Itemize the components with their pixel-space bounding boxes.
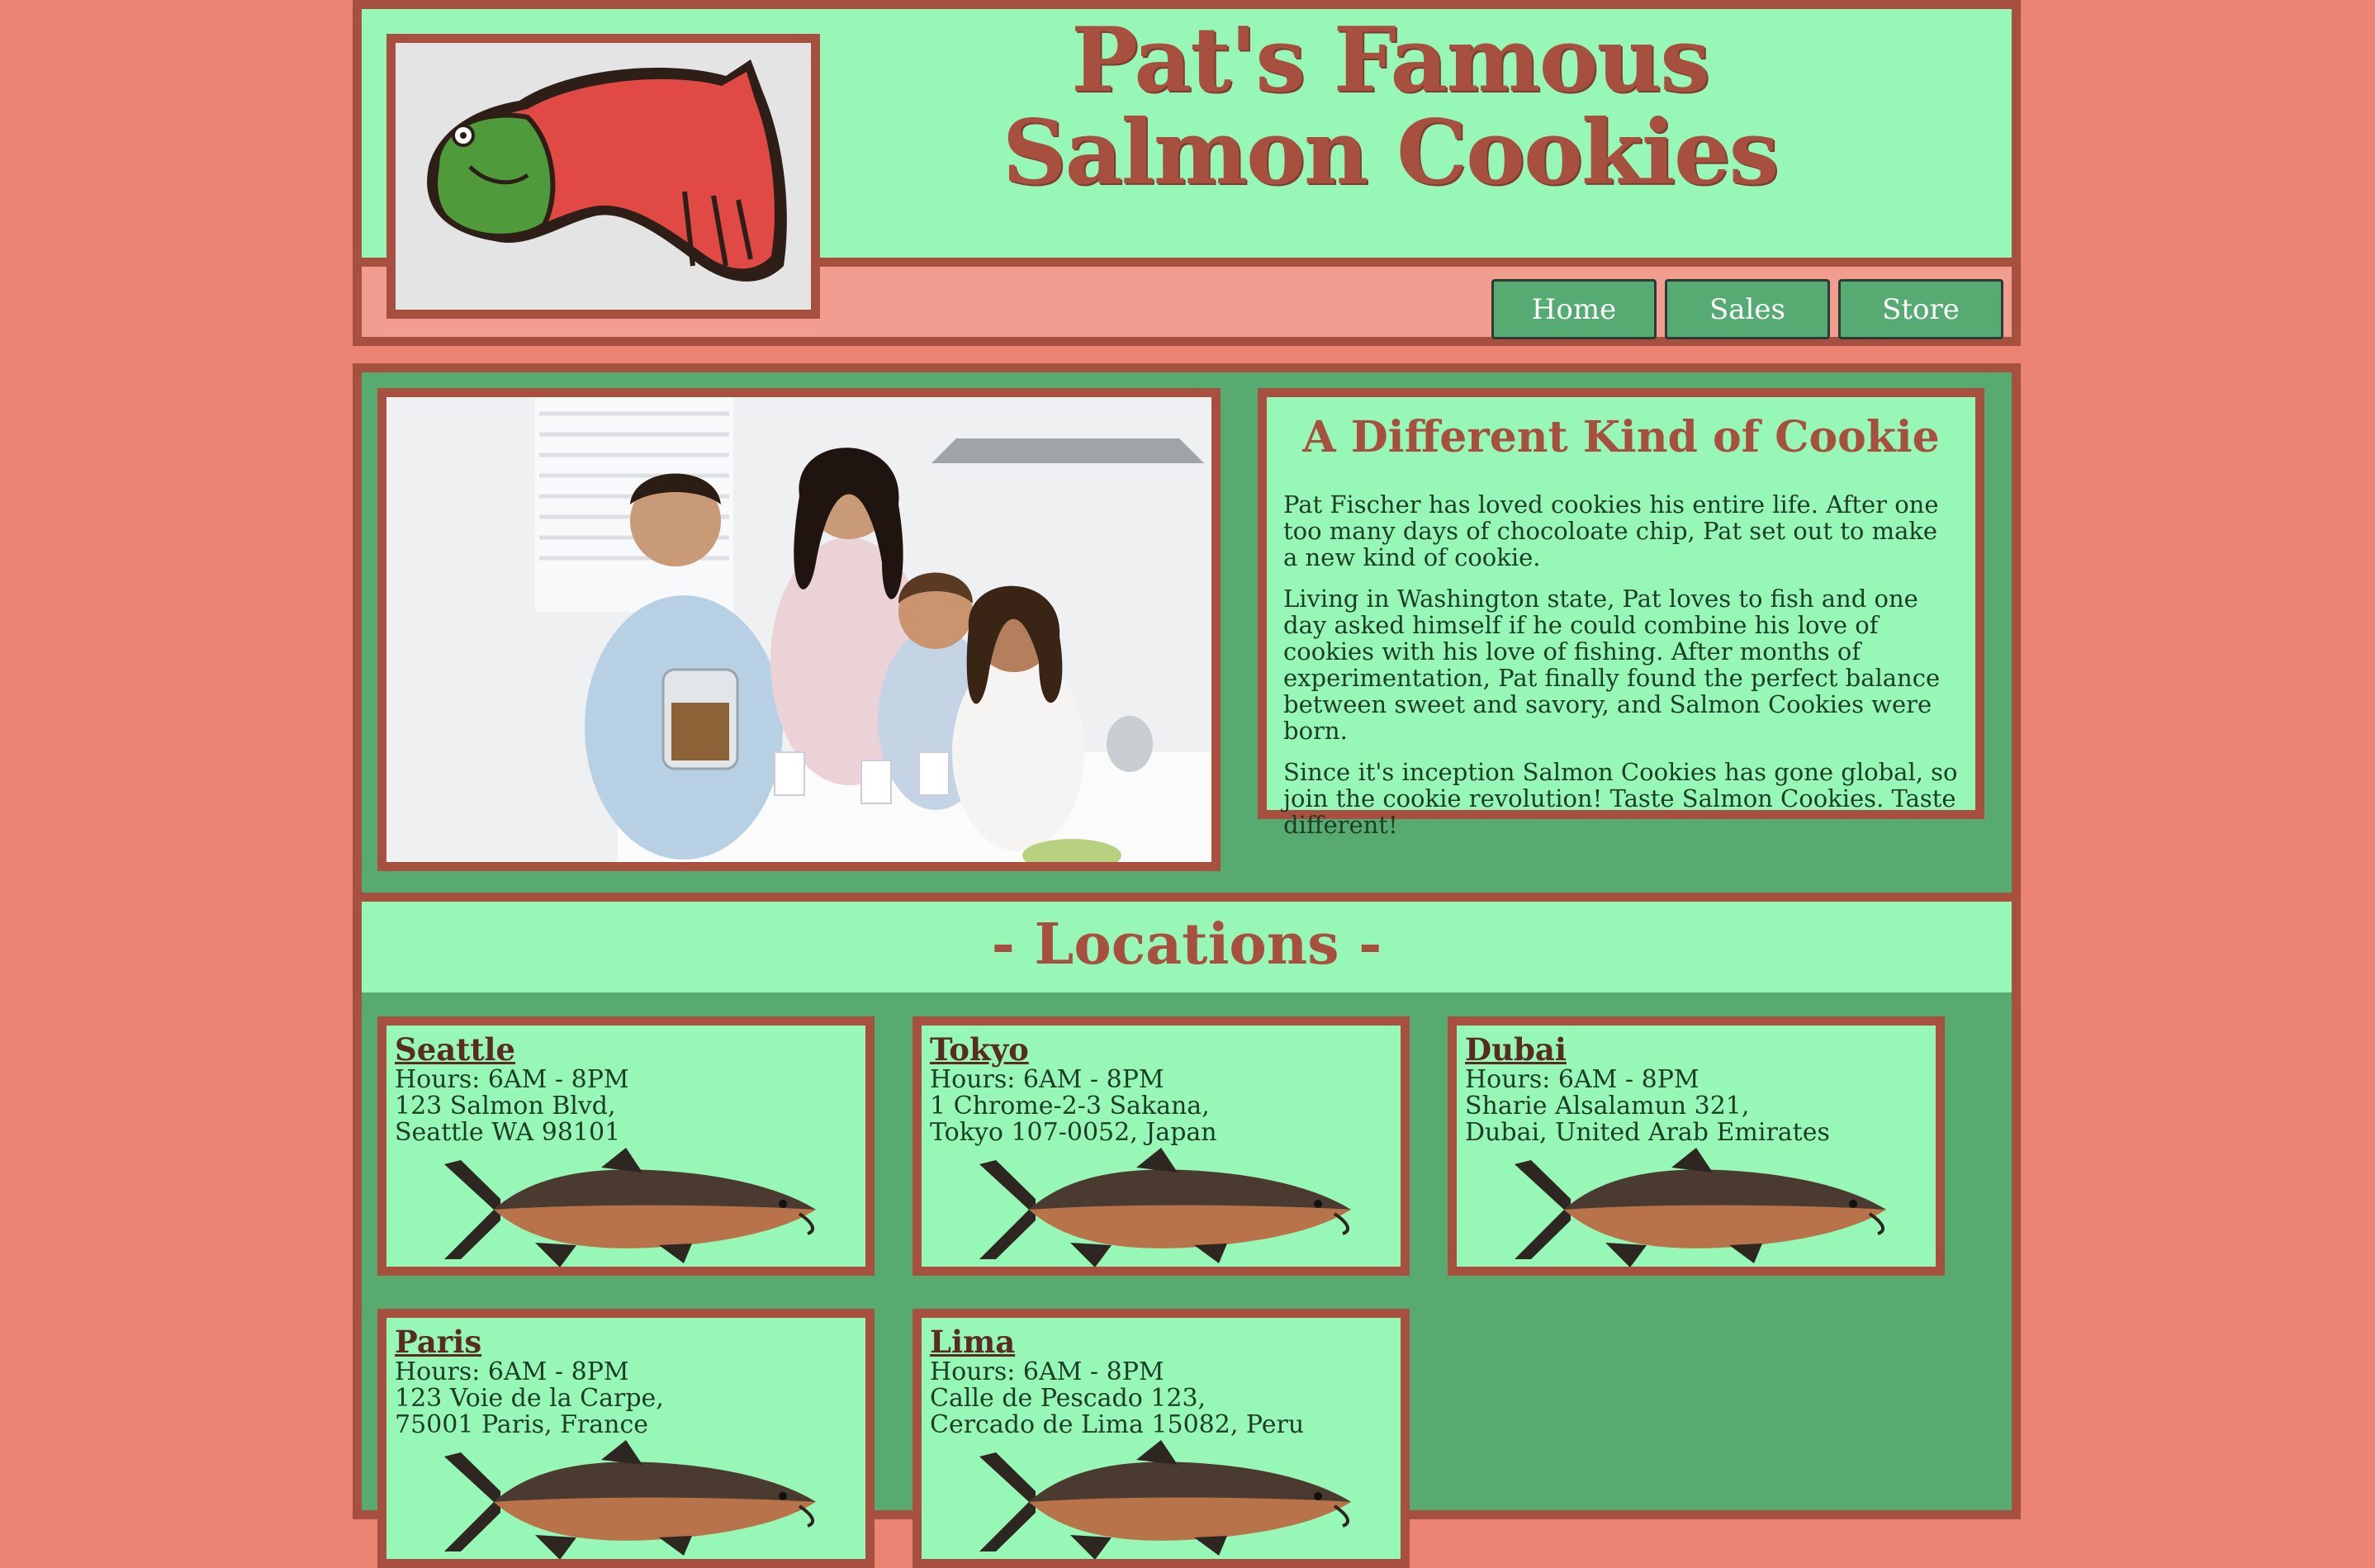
location-hours: Hours: 6AM - 8PM xyxy=(1465,1065,1699,1094)
salmon-fish-image xyxy=(436,1440,824,1564)
location-card-tokyo: Tokyo Hours: 6AM - 8PM 1 Chrome-2-3 Saka… xyxy=(913,1016,1410,1276)
location-name-link[interactable]: Tokyo xyxy=(930,1032,1392,1067)
nav-home-button[interactable]: Home xyxy=(1491,279,1657,339)
location-address-line-2: Seattle WA 98101 xyxy=(395,1118,621,1147)
about-paragraph-2: Living in Washington state, Pat loves to… xyxy=(1283,585,1941,745)
about-paragraph-1: Pat Fischer has loved cookies his entire… xyxy=(1283,490,1939,571)
site-header: Pat's Famous Salmon Cookies Home Sales S… xyxy=(353,0,2021,346)
location-hours: Hours: 6AM - 8PM xyxy=(930,1065,1164,1094)
salmon-cookie-logo xyxy=(386,34,820,319)
location-address-line-2: 75001 Paris, France xyxy=(395,1410,649,1439)
location-address-line-2: Cercado de Lima 15082, Peru xyxy=(930,1410,1305,1439)
location-address-line-2: Dubai, United Arab Emirates xyxy=(1465,1118,1830,1147)
locations-header: - Locations - xyxy=(362,893,2012,992)
about-section: A Different Kind of Cookie Pat Fischer h… xyxy=(1258,388,1984,838)
location-card-lima: Lima Hours: 6AM - 8PM Calle de Pescado 1… xyxy=(913,1309,1410,1568)
location-address-line-1: Calle de Pescado 123, xyxy=(930,1384,1206,1413)
location-address-line-2: Tokyo 107-0052, Japan xyxy=(930,1118,1217,1147)
location-address-line-1: Sharie Alsalamun 321, xyxy=(1465,1092,1750,1120)
family-photo xyxy=(377,388,1221,871)
salmon-fish-image xyxy=(436,1148,824,1272)
main-content: A Different Kind of Cookie Pat Fischer h… xyxy=(353,363,2021,1568)
site-title-line-2: Salmon Cookies xyxy=(1002,101,1780,205)
location-address-line-1: 123 Salmon Blvd, xyxy=(395,1092,616,1120)
location-card-seattle: Seattle Hours: 6AM - 8PM 123 Salmon Blvd… xyxy=(377,1016,875,1276)
location-card-dubai: Dubai Hours: 6AM - 8PM Sharie Alsalamun … xyxy=(1448,1016,1945,1276)
salmon-fish-image xyxy=(971,1148,1359,1272)
site-title-line-1: Pat's Famous xyxy=(1070,8,1710,112)
salmon-fish-image xyxy=(1506,1148,1894,1272)
location-name-link[interactable]: Lima xyxy=(930,1324,1392,1359)
about-title: A Different Kind of Cookie xyxy=(1302,412,1940,462)
location-card-paris: Paris Hours: 6AM - 8PM 123 Voie de la Ca… xyxy=(377,1309,875,1568)
main-nav: Home Sales Store xyxy=(1491,279,2003,339)
locations-title: - Locations - xyxy=(991,912,1382,978)
location-address-line-1: 123 Voie de la Carpe, xyxy=(395,1384,664,1413)
location-hours: Hours: 6AM - 8PM xyxy=(930,1357,1164,1386)
location-name-link[interactable]: Seattle xyxy=(395,1032,857,1067)
about-paragraph-3: Since it's inception Salmon Cookies has … xyxy=(1283,758,1958,839)
salmon-fish-image xyxy=(971,1440,1359,1564)
location-name-link[interactable]: Dubai xyxy=(1465,1032,1927,1067)
location-hours: Hours: 6AM - 8PM xyxy=(395,1357,629,1386)
site-title: Pat's Famous Salmon Cookies xyxy=(940,14,1840,199)
location-hours: Hours: 6AM - 8PM xyxy=(395,1065,629,1094)
nav-sales-button[interactable]: Sales xyxy=(1665,279,1830,339)
location-address-line-1: 1 Chrome-2-3 Sakana, xyxy=(930,1092,1210,1120)
nav-store-button[interactable]: Store xyxy=(1838,279,2003,339)
location-name-link[interactable]: Paris xyxy=(395,1324,857,1359)
